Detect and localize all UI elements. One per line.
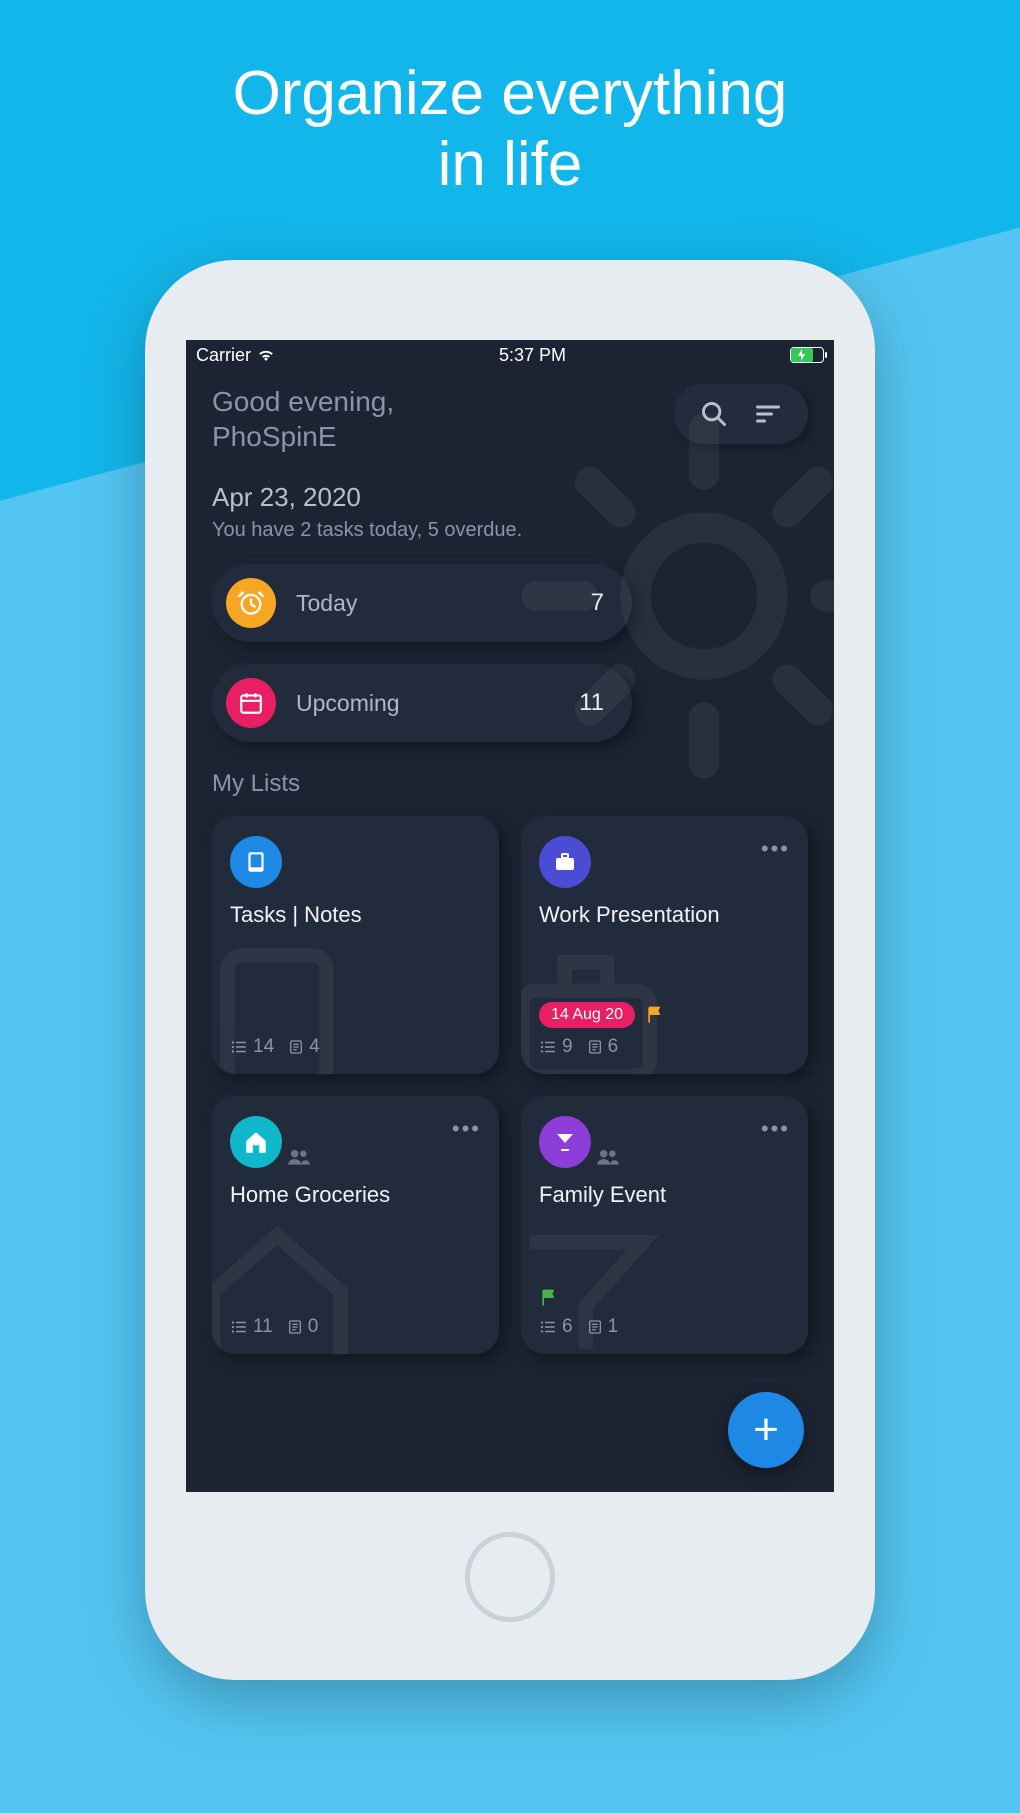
home-icon xyxy=(230,1116,282,1168)
clock-label: 5:37 PM xyxy=(499,345,566,366)
task-count: 14 xyxy=(230,1036,274,1058)
greeting-block: Good evening, PhoSpinE xyxy=(212,384,394,454)
note-count: 0 xyxy=(287,1316,319,1338)
shared-icon xyxy=(286,1148,312,1166)
card-title: Work Presentation xyxy=(539,902,790,928)
list-card[interactable]: Tasks | Notes 14 4 xyxy=(212,816,499,1074)
add-button[interactable]: + xyxy=(728,1392,804,1468)
card-title: Home Groceries xyxy=(230,1182,481,1208)
briefcase-icon xyxy=(539,836,591,888)
list-card[interactable]: ••• Family Event 61 xyxy=(521,1096,808,1354)
shared-icon xyxy=(595,1148,621,1166)
calendar-icon xyxy=(226,678,276,728)
status-bar: Carrier 5:37 PM xyxy=(186,340,834,366)
note-count: 1 xyxy=(587,1316,619,1338)
card-title: Family Event xyxy=(539,1182,790,1208)
cocktail-icon xyxy=(539,1116,591,1168)
marketing-headline: Organize everything in life xyxy=(0,58,1020,201)
plus-icon: + xyxy=(753,1405,779,1455)
card-more-button[interactable]: ••• xyxy=(761,1116,790,1136)
app-screen: Carrier 5:37 PM Good evening, PhoSpinE xyxy=(186,340,834,1492)
list-card[interactable]: ••• Work Presentation 14 Aug 20 96 xyxy=(521,816,808,1074)
battery-icon xyxy=(790,347,824,363)
carrier-label: Carrier xyxy=(196,345,251,366)
flag-icon xyxy=(539,1288,559,1308)
sun-bg-icon xyxy=(514,406,834,786)
task-count: 9 xyxy=(539,1036,573,1058)
card-more-button[interactable]: ••• xyxy=(452,1116,481,1136)
task-count: 11 xyxy=(230,1316,273,1338)
alarm-icon xyxy=(226,578,276,628)
note-count: 6 xyxy=(587,1036,619,1058)
card-more-button[interactable]: ••• xyxy=(761,836,790,856)
list-card[interactable]: ••• Home Groceries 11 0 xyxy=(212,1096,499,1354)
task-count: 6 xyxy=(539,1316,573,1338)
wifi-icon xyxy=(257,348,275,362)
card-title: Tasks | Notes xyxy=(230,902,481,928)
phone-frame: Carrier 5:37 PM Good evening, PhoSpinE xyxy=(145,260,875,1680)
flag-icon xyxy=(645,1005,665,1025)
phone-home-button[interactable] xyxy=(465,1532,555,1622)
note-count: 4 xyxy=(288,1036,320,1058)
date-badge: 14 Aug 20 xyxy=(539,1002,635,1028)
note-icon xyxy=(230,836,282,888)
